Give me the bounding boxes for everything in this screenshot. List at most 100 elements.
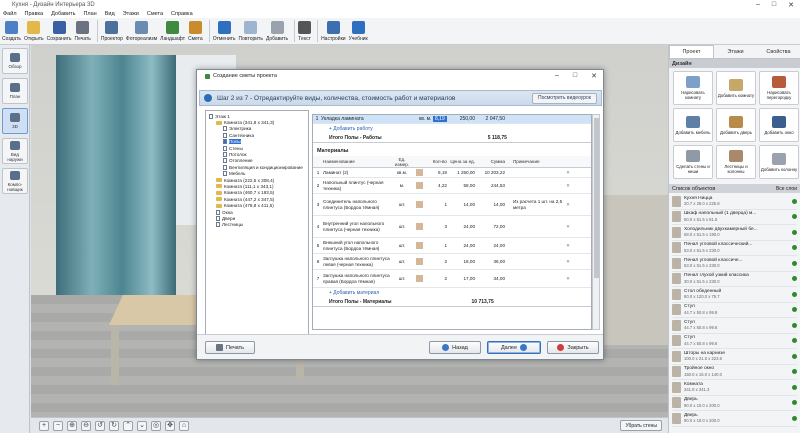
delete-row-icon[interactable]: ✕ <box>563 224 573 230</box>
visibility-bulb-icon[interactable] <box>792 322 797 328</box>
menu-item[interactable]: Правка <box>25 11 44 17</box>
tab-0[interactable]: Проект <box>669 45 714 58</box>
delete-row-icon[interactable]: ✕ <box>563 202 573 208</box>
dialog-minimize-icon[interactable]: – <box>555 72 559 80</box>
object-list-item[interactable]: Холодильник двухкамерный бе... 58.0 x 51.… <box>672 225 797 241</box>
visibility-bulb-icon[interactable] <box>792 369 797 375</box>
toolbar-button-2[interactable]: Сохранить <box>47 18 72 44</box>
work-qty[interactable]: 8,19 <box>433 116 447 122</box>
object-list-item[interactable]: Шторы на карнизе 100.0 x 21.0 x 223.6 <box>672 349 797 365</box>
toolbar-button-12[interactable]: Настройки <box>321 18 346 44</box>
toolbar-button-10[interactable]: Добавить <box>266 18 288 44</box>
object-list-item[interactable]: Пенал глухой узкий классика 30.0 x 51.5 x… <box>672 272 797 287</box>
work-price[interactable]: 250,00 <box>451 116 475 122</box>
visibility-bulb-icon[interactable] <box>792 260 797 266</box>
design-tool-button[interactable]: Нарисовать комнату <box>673 71 713 105</box>
zoom-fit-icon[interactable]: ⊕ <box>67 420 77 431</box>
toolbar-button-3[interactable]: Печать <box>75 18 91 44</box>
material-name[interactable]: Заглушка напольного плинтуса правая (Бор… <box>323 273 393 284</box>
material-price[interactable]: 58,00 <box>447 183 476 188</box>
visibility-bulb-icon[interactable] <box>792 400 797 406</box>
material-name[interactable]: Соединитель напольного плинтуса (Бордоа … <box>323 199 393 210</box>
material-name[interactable]: Внутренний угол напольного плинтуса (чер… <box>323 221 393 232</box>
object-list-item[interactable]: Комната 341.8 x 341.3 <box>672 380 797 396</box>
design-tool-button[interactable]: Добавить комнату <box>716 71 756 105</box>
material-swatch[interactable] <box>415 242 423 249</box>
visibility-bulb-icon[interactable] <box>792 229 797 235</box>
menu-item[interactable]: Файл <box>3 11 17 17</box>
visibility-bulb-icon[interactable] <box>792 198 797 204</box>
material-price[interactable]: 1 250,00 <box>447 170 475 175</box>
material-row[interactable]: 4 Внутренний угол напольного плинтуса (че… <box>313 216 591 238</box>
visibility-bulb-icon[interactable] <box>792 353 797 359</box>
home-icon[interactable]: ⌂ <box>179 420 189 431</box>
material-row[interactable]: 7 Заглушка напольного плинтуса правая (Бо… <box>313 270 591 288</box>
menu-item[interactable]: Вид <box>105 11 115 17</box>
orbit-icon[interactable]: ◎ <box>151 420 161 431</box>
material-qty[interactable]: 2 <box>427 259 447 264</box>
menu-item[interactable]: Справка <box>171 11 193 17</box>
dialog-close-icon[interactable]: ✕ <box>591 72 597 80</box>
table-scrollbar[interactable] <box>592 114 600 330</box>
toolbar-button-7[interactable]: Смета <box>188 18 203 44</box>
visibility-bulb-icon[interactable] <box>792 276 797 282</box>
toolbar-button-1[interactable]: Открыть <box>24 18 44 44</box>
menu-item[interactable]: Смета <box>147 11 163 17</box>
material-name[interactable]: Напольный плинтус (черная техника) <box>323 180 393 191</box>
toolbar-button-13[interactable]: Учебник <box>349 18 368 44</box>
zoom-in-icon[interactable]: + <box>39 420 49 431</box>
visibility-bulb-icon[interactable] <box>792 214 797 220</box>
material-row[interactable]: 6 Заглушка напольного плинтуса левая (чер… <box>313 254 591 270</box>
video-tutorial-button[interactable]: Посмотреть видеоурок <box>531 92 597 104</box>
material-price[interactable]: 14,00 <box>447 202 476 207</box>
visibility-bulb-icon[interactable] <box>792 338 797 344</box>
material-swatch[interactable] <box>415 201 423 208</box>
material-price[interactable]: 24,00 <box>447 224 476 229</box>
object-list-item[interactable]: Пенал угловой классический... 53.0 x 51.5… <box>672 241 797 256</box>
material-swatch[interactable] <box>415 258 423 265</box>
menu-item[interactable]: Добавить <box>51 11 75 17</box>
material-price[interactable]: 24,00 <box>447 243 476 248</box>
material-swatch[interactable] <box>415 223 423 230</box>
material-qty[interactable]: 8,19 <box>427 170 447 175</box>
visibility-bulb-icon[interactable] <box>792 245 797 251</box>
material-swatch[interactable] <box>415 275 423 282</box>
3d-view-button[interactable]: 3D <box>2 108 28 134</box>
tab-2[interactable]: Свойства <box>757 45 800 58</box>
material-row[interactable]: 3 Соединитель напольного плинтуса (Бордоа… <box>313 194 591 216</box>
toolbar-button-11[interactable]: Текст <box>298 18 312 44</box>
toolbar-button-0[interactable]: Создать <box>2 18 21 44</box>
material-swatch[interactable] <box>415 182 423 189</box>
print-button[interactable]: Печать <box>205 341 255 354</box>
object-list-item[interactable]: Дверь 90.0 x 10.0 x 200.0 <box>672 396 797 411</box>
design-tool-button[interactable]: Добавить мебель <box>673 108 713 142</box>
overview-view-button[interactable]: Обзор <box>2 48 28 74</box>
tree-node[interactable]: Лестницы <box>206 222 308 228</box>
delete-row-icon[interactable]: ✕ <box>563 259 573 265</box>
material-qty[interactable]: 3 <box>427 224 447 229</box>
material-row[interactable]: 5 Внешний угол напольного плинтуса (Бордо… <box>313 238 591 254</box>
zoom-out-icon[interactable]: − <box>53 420 63 431</box>
maximize-icon[interactable]: □ <box>772 1 776 9</box>
object-list-item[interactable]: Стул 44.7 x 50.8 x 99.8 <box>672 303 797 318</box>
visibility-bulb-icon[interactable] <box>792 291 797 297</box>
layers-filter[interactable]: Все слои <box>776 186 797 192</box>
material-qty[interactable]: 1 <box>427 202 447 207</box>
next-button[interactable]: Далее <box>487 341 541 354</box>
delete-row-icon[interactable]: ✕ <box>563 170 573 176</box>
object-list-item[interactable]: Стол обеденный 80.0 x 120.0 x 75.7 <box>672 287 797 303</box>
object-list-item[interactable]: Дверь 90.0 x 10.0 x 200.0 <box>672 411 797 427</box>
material-price[interactable]: 17,00 <box>447 276 476 281</box>
object-list-item[interactable]: Пенал угловой классиче... 53.0 x 51.5 x 2… <box>672 256 797 272</box>
object-list-item[interactable]: Тройное окно 150.0 x 15.0 x 140.0 <box>672 365 797 380</box>
toolbar-button-6[interactable]: Ландшафт <box>160 18 185 44</box>
material-row[interactable]: 2 Напольный плинтус (черная техника) м. 4,2… <box>313 178 591 194</box>
material-note[interactable]: Из расчета 1 шт. на 2,5 метра <box>505 199 563 210</box>
object-list-item[interactable]: Кухня Ницца 20.7 x 28.0 x 225.8 <box>672 194 797 210</box>
menu-item[interactable]: План <box>83 11 96 17</box>
rotate-right-icon[interactable]: ↻ <box>109 420 119 431</box>
material-price[interactable]: 18,00 <box>447 259 476 264</box>
object-list-item[interactable]: Шкаф напольный (1 дверца) м... 50.0 x 51.… <box>672 210 797 225</box>
delete-row-icon[interactable]: ✕ <box>563 276 573 282</box>
material-name[interactable]: Ламинат (2) <box>323 170 393 176</box>
